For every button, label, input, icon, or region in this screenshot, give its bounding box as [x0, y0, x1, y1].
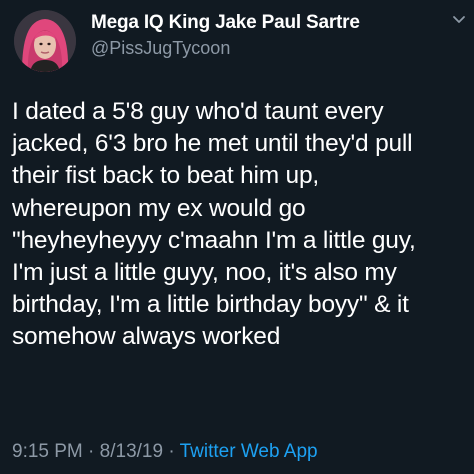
tweet-text-line: jacked, 6'3 bro he met until they'd pull: [12, 130, 413, 158]
display-name[interactable]: Mega IQ King Jake Paul Sartre: [91, 12, 360, 34]
chevron-down-icon[interactable]: [452, 12, 466, 26]
profile-photo-icon: [14, 10, 76, 72]
avatar[interactable]: [14, 10, 76, 72]
tweet-source-link[interactable]: Twitter Web App: [180, 441, 318, 462]
separator: ·: [168, 441, 175, 462]
tweet-date[interactable]: 8/13/19: [100, 441, 163, 462]
tweet-text: I dated a 5'8 guy who'd taunt every jack…: [12, 96, 468, 354]
tweet-text-line: birthday, I'm a little birthday boyy" & …: [12, 291, 409, 319]
tweet: Mega IQ King Jake Paul Sartre @PissJugTy…: [0, 0, 474, 474]
tweet-metadata: 9:15 PM · 8/13/19 · Twitter Web App: [12, 441, 318, 463]
tweet-text-line: their fist back to beat him up,: [12, 162, 320, 190]
tweet-text-line: whereupon my ex would go: [12, 194, 306, 222]
separator: ·: [88, 441, 95, 462]
tweet-text-line: I dated a 5'8 guy who'd taunt every: [12, 98, 384, 125]
tweet-text-line: "heyheyheyyy c'maahn I'm a little guy,: [12, 226, 416, 254]
tweet-time[interactable]: 9:15 PM: [12, 441, 83, 462]
user-handle[interactable]: @PissJugTycoon: [91, 38, 230, 59]
tweet-text-line: somehow always worked: [12, 323, 281, 351]
tweet-text-line: I'm just a little guyy, noo, it's also m…: [12, 259, 397, 287]
